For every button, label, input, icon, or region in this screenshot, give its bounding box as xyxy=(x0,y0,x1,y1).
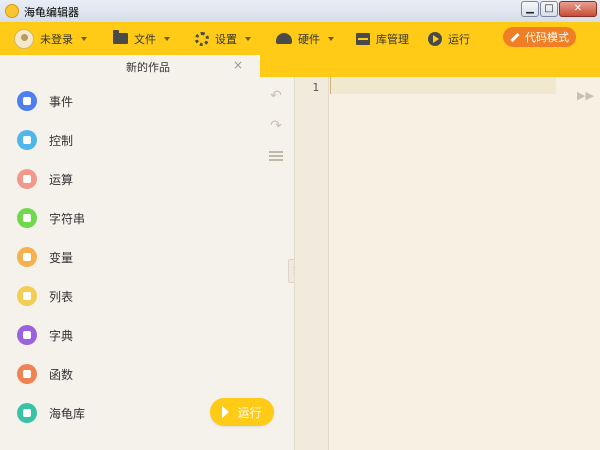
file-menu[interactable]: 文件 xyxy=(113,22,170,55)
minimize-button[interactable]: ▁ xyxy=(521,1,539,17)
category-label: 字符串 xyxy=(49,211,86,226)
category-lists[interactable]: 列表 xyxy=(17,284,73,308)
undo-icon[interactable]: ↶ xyxy=(266,86,286,106)
category-dictionaries[interactable]: 字典 xyxy=(17,323,73,347)
functions-icon xyxy=(17,364,37,384)
folder-icon xyxy=(113,30,128,44)
turtle-icon xyxy=(276,33,292,44)
maximize-button[interactable]: □ xyxy=(540,1,558,17)
category-events[interactable]: 事件 xyxy=(17,89,73,113)
events-icon xyxy=(17,91,37,111)
chevron-down-icon xyxy=(328,36,334,41)
control-icon xyxy=(17,130,37,150)
dictionaries-icon xyxy=(17,325,37,345)
category-label: 控制 xyxy=(49,133,74,148)
tab-bar-background xyxy=(260,55,600,77)
library-manager-button[interactable]: 库管理 xyxy=(356,22,409,55)
user-menu[interactable]: 未登录 xyxy=(14,22,87,55)
code-editor[interactable]: 1 xyxy=(294,77,600,450)
expand-panel-icon[interactable]: ▶▶ xyxy=(577,89,594,102)
avatar-icon xyxy=(14,28,34,49)
category-label: 变量 xyxy=(49,250,74,265)
category-operators[interactable]: 运算 xyxy=(17,167,73,191)
window-title-bar: 海龟编辑器 ▁ □ ✕ xyxy=(0,0,600,23)
strings-icon xyxy=(17,208,37,228)
toolbar-run-button[interactable]: 运行 xyxy=(428,22,470,55)
code-mode-button[interactable]: 代码模式 xyxy=(503,27,576,47)
category-control[interactable]: 控制 xyxy=(17,128,73,152)
current-line-highlight xyxy=(330,77,556,94)
turtle-library-icon xyxy=(17,403,37,423)
category-label: 列表 xyxy=(49,289,74,304)
window-title: 海龟编辑器 xyxy=(24,6,79,19)
lists-icon xyxy=(17,286,37,306)
category-strings[interactable]: 字符串 xyxy=(17,206,85,230)
toolbar-run-label: 运行 xyxy=(448,32,470,46)
redo-icon[interactable]: ↷ xyxy=(266,116,286,136)
hardware-menu-label: 硬件 xyxy=(298,32,320,46)
category-label: 字典 xyxy=(49,328,74,343)
operators-icon xyxy=(17,169,37,189)
run-button[interactable]: 运行 xyxy=(210,398,274,426)
close-tab-icon[interactable]: × xyxy=(233,58,243,72)
library-manager-label: 库管理 xyxy=(376,32,409,46)
app-logo-icon xyxy=(5,4,19,18)
block-category-sidebar: 事件 控制 运算 字符串 变量 列表 字典 函数 海龟库 xyxy=(0,55,112,450)
gear-icon xyxy=(195,31,209,46)
tab-new-work[interactable]: 新的作品 × xyxy=(111,55,260,77)
library-icon xyxy=(356,32,370,45)
chevron-down-icon xyxy=(81,36,87,41)
settings-menu[interactable]: 设置 xyxy=(195,22,251,55)
category-label: 运算 xyxy=(49,172,74,187)
user-label: 未登录 xyxy=(40,32,73,46)
category-turtle-library[interactable]: 海龟库 xyxy=(17,401,85,425)
category-label: 海龟库 xyxy=(49,406,86,421)
pencil-icon xyxy=(510,32,520,42)
hardware-menu[interactable]: 硬件 xyxy=(276,22,334,55)
line-number: 1 xyxy=(312,81,319,94)
close-window-button[interactable]: ✕ xyxy=(559,1,597,17)
category-label: 事件 xyxy=(49,94,74,109)
chevron-down-icon xyxy=(245,36,251,41)
chevron-down-icon xyxy=(164,36,170,41)
code-mode-label: 代码模式 xyxy=(525,31,569,44)
category-label: 函数 xyxy=(49,367,74,382)
line-gutter: 1 xyxy=(295,77,329,450)
play-icon xyxy=(222,406,230,418)
category-variables[interactable]: 变量 xyxy=(17,245,73,269)
align-icon[interactable] xyxy=(266,146,286,166)
variables-icon xyxy=(17,247,37,267)
file-menu-label: 文件 xyxy=(134,32,156,46)
settings-menu-label: 设置 xyxy=(215,32,237,46)
tab-label: 新的作品 xyxy=(126,61,170,74)
play-icon xyxy=(428,31,442,46)
category-functions[interactable]: 函数 xyxy=(17,362,73,386)
run-label: 运行 xyxy=(237,405,262,420)
